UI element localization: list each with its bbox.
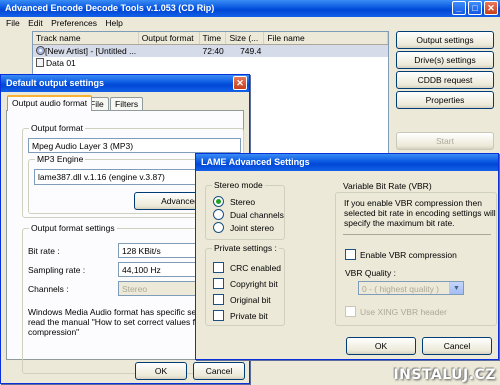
original-bit-label: Original bit — [230, 295, 271, 305]
stereo-label: Stereo — [230, 197, 256, 207]
output-cancel-button[interactable]: Cancel — [193, 362, 245, 380]
chevron-down-icon: ▼ — [449, 282, 463, 294]
main-titlebar[interactable]: Advanced Encode Decode Tools v.1.053 (CD… — [0, 0, 500, 17]
track-list-header: Track name Output format Time Size (... … — [33, 32, 388, 45]
output-format-select[interactable]: Mpeg Audio Layer 3 (MP3) — [28, 138, 241, 153]
menu-bar: File Edit Preferences Help — [6, 18, 129, 28]
bitrate-label: Bit rate : — [28, 246, 60, 256]
original-bit-checkbox[interactable] — [213, 294, 224, 305]
lame-advanced-dialog: LAME Advanced Settings Stereo mode Stere… — [195, 153, 499, 360]
output-ok-button[interactable]: OK — [135, 362, 187, 380]
tab-filters[interactable]: Filters — [110, 97, 144, 111]
enable-vbr-label: Enable VBR compression — [360, 250, 457, 260]
table-row[interactable]: Data 01 — [33, 57, 388, 69]
wma-note-line3: compression" — [28, 327, 80, 337]
vbr-separator — [343, 234, 491, 235]
close-icon[interactable]: ✕ — [233, 76, 247, 90]
watermark-logo: INSTALUJ.CZ — [393, 367, 496, 383]
lame-dialog-title: LAME Advanced Settings — [201, 157, 310, 167]
vbr-text-line1: If you enable VBR compression then — [344, 198, 482, 208]
crc-enabled-checkbox[interactable] — [213, 262, 224, 273]
wma-note-line2: read the manual "How to set correct valu… — [28, 317, 220, 327]
vbr-group-title: Variable Bit Rate (VBR) — [343, 181, 432, 191]
lame-ok-button[interactable]: OK — [346, 337, 416, 355]
tab-output-audio-format[interactable]: Output audio format — [7, 95, 93, 111]
menu-file[interactable]: File — [6, 18, 20, 28]
xing-vbr-checkbox[interactable] — [345, 306, 356, 317]
close-button[interactable]: ✕ — [484, 1, 498, 15]
copyright-bit-checkbox[interactable] — [213, 278, 224, 289]
vbr-quality-label: VBR Quality : — [345, 268, 397, 278]
col-size[interactable]: Size (... — [226, 32, 265, 44]
copyright-bit-label: Copyright bit — [230, 279, 278, 289]
audio-cd-icon — [36, 46, 45, 55]
start-button[interactable]: Start — [396, 132, 494, 150]
properties-button[interactable]: Properties — [396, 91, 494, 109]
main-title: Advanced Encode Decode Tools v.1.053 (CD… — [5, 3, 215, 13]
drive-settings-button[interactable]: Drive(s) settings — [396, 51, 494, 69]
menu-edit[interactable]: Edit — [28, 18, 43, 28]
col-time[interactable]: Time — [200, 32, 227, 44]
col-output-format[interactable]: Output format — [139, 32, 200, 44]
output-dialog-title: Default output settings — [6, 78, 104, 88]
enable-vbr-checkbox[interactable] — [345, 249, 356, 260]
cddb-request-button[interactable]: CDDB request — [396, 71, 494, 89]
channels-label: Channels : — [28, 284, 69, 294]
xing-vbr-label: Use XING VBR header — [360, 307, 447, 317]
sampling-rate-label: Sampling rate : — [28, 265, 86, 275]
private-bit-label: Private bit — [230, 311, 268, 321]
crc-enabled-label: CRC enabled — [230, 263, 282, 273]
wma-note-line1: Windows Media Audio format has specific … — [28, 307, 217, 317]
lame-dialog-titlebar[interactable]: LAME Advanced Settings — [196, 154, 498, 171]
vbr-text-line3: specify the maximum bit rate. — [344, 218, 455, 228]
stereo-radio[interactable] — [213, 196, 224, 207]
col-track-name[interactable]: Track name — [33, 32, 139, 44]
vbr-text-line2: selected bit rate in encoding settings w… — [344, 208, 496, 218]
joint-stereo-label: Joint stereo — [230, 223, 274, 233]
output-dialog-titlebar[interactable]: Default output settings ✕ — [1, 75, 249, 92]
menu-preferences[interactable]: Preferences — [51, 18, 97, 28]
minimize-button[interactable]: _ — [452, 1, 466, 15]
menu-help[interactable]: Help — [105, 18, 122, 28]
vbr-quality-select[interactable]: 0 - ( highest quality ) ▼ — [358, 281, 464, 295]
private-bit-checkbox[interactable] — [213, 310, 224, 321]
col-file-name[interactable]: File name — [264, 32, 388, 44]
dual-channels-radio[interactable] — [213, 209, 224, 220]
maximize-button[interactable]: □ — [468, 1, 482, 15]
output-settings-button[interactable]: Output settings — [396, 31, 494, 49]
data-track-icon — [36, 58, 44, 67]
dual-channels-label: Dual channels — [230, 210, 284, 220]
joint-stereo-radio[interactable] — [213, 222, 224, 233]
lame-cancel-button[interactable]: Cancel — [422, 337, 492, 355]
table-row[interactable]: [New Artist] - [Untitled ... 72:40 749.4 — [33, 45, 388, 57]
